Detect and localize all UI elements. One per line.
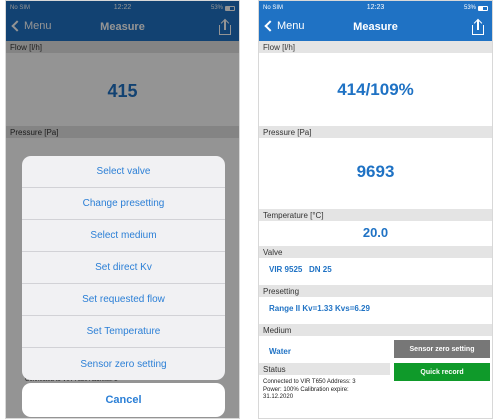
battery-icon [478,5,488,11]
valve-value: VIR 9525 DN 25 [269,265,332,274]
phone-screen-right: No SIM 12:23 53% Menu Measure Flow [l/h]… [258,0,493,419]
back-button[interactable]: Menu [263,20,305,32]
navigation-bar: Menu Measure [259,15,492,41]
presetting-value: Range II Kv=1.33 Kvs=6.29 [269,304,370,313]
presetting-section-header: Presetting [259,285,492,297]
medium-section-header: Medium [259,324,492,336]
action-sensor-zero-setting[interactable]: Sensor zero setting [22,348,225,380]
action-change-presetting[interactable]: Change presetting [22,188,225,220]
quick-record-button[interactable]: Quick record [394,363,490,381]
sensor-zero-setting-button[interactable]: Sensor zero setting [394,340,490,358]
share-icon[interactable] [472,18,484,35]
temperature-section-header: Temperature [°C] [259,209,492,221]
status-line-power: Power: 100% Calibration expire: [263,386,349,393]
battery-indicator: 53% [464,5,488,11]
flow-value: 414/109% [337,80,414,99]
action-select-medium[interactable]: Select medium [22,220,225,252]
back-label: Menu [277,20,305,32]
status-info: Connected to VIR T650 Address: 3 Power: … [263,379,393,402]
status-line-expiry: 31.12.2020 [263,394,294,400]
phone-screen-left: No SIM 12:22 53% Menu Measure Flow [l/h]… [5,0,240,419]
temperature-value: 20.0 [362,225,389,240]
status-bar: No SIM 12:23 53% [259,1,492,15]
action-set-temperature[interactable]: Set Temperature [22,316,225,348]
cancel-button[interactable]: Cancel [22,383,225,417]
flow-section-header: Flow [l/h] [259,41,492,53]
action-select-valve[interactable]: Select valve [22,156,225,188]
chevron-left-icon [264,20,276,32]
pressure-value: 9693 [356,162,395,181]
action-set-direct-kv[interactable]: Set direct Kv [22,252,225,284]
action-sheet: Select valve Change presetting Select me… [22,156,225,380]
status-section-header: Status [259,363,390,375]
action-set-requested-flow[interactable]: Set requested flow [22,284,225,316]
clock: 12:23 [366,4,385,11]
status-line-connection: Connected to VIR T650 Address: 3 [263,379,356,385]
valve-section-header: Valve [259,246,492,258]
pressure-section-header: Pressure [Pa] [259,126,492,138]
medium-value: Water [269,347,291,356]
battery-percent: 53% [463,5,476,11]
